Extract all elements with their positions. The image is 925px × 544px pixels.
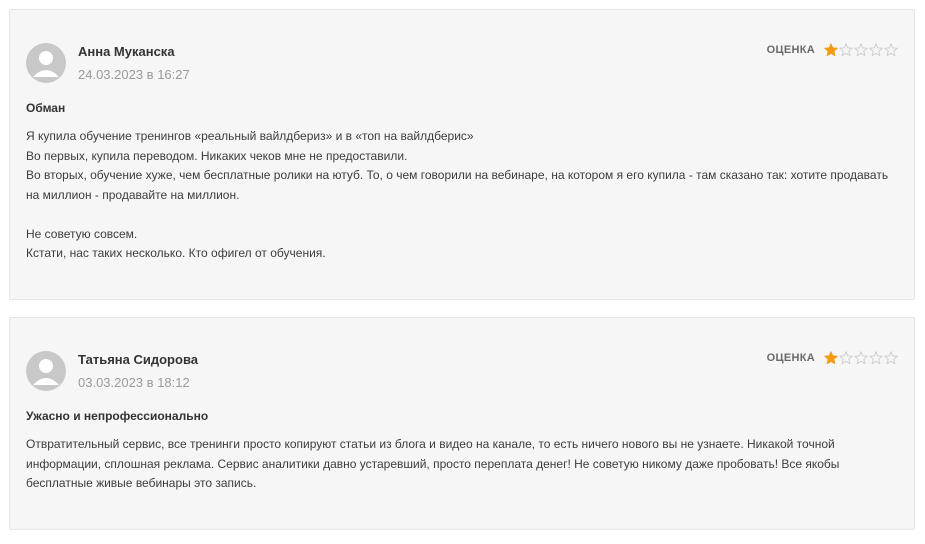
review-text-line: Я купила обучение тренингов «реальный ва… xyxy=(26,129,474,143)
review-text-line: Кстати, нас таких несколько. Кто офигел … xyxy=(26,246,326,260)
review-title: Обман xyxy=(26,101,66,115)
review-text-line: Во первых, купила переводом. Никаких чек… xyxy=(26,148,408,163)
review-text-line: Не советую совсем. xyxy=(26,226,138,241)
review-author: Татьяна Сидорова xyxy=(78,352,198,367)
avatar xyxy=(26,351,66,391)
star-empty-icon xyxy=(869,43,883,57)
review-card: Анна Муканска 24.03.2023 в 16:27 ОЦЕНКА … xyxy=(9,9,915,300)
star-empty-icon xyxy=(839,43,853,57)
review-title: Ужасно и непрофессионально xyxy=(26,409,209,423)
rating-label: ОЦЕНКА xyxy=(766,352,815,364)
rating-label: ОЦЕНКА xyxy=(766,44,815,56)
review-text-line: Во вторых, обучение хуже, чем бесплатные… xyxy=(26,168,889,202)
user-avatar-icon xyxy=(33,51,59,77)
star-empty-icon xyxy=(854,43,868,57)
user-avatar-icon xyxy=(33,359,59,385)
star-empty-icon xyxy=(854,351,868,365)
review-rating: ОЦЕНКА xyxy=(767,351,898,365)
review-card: Татьяна Сидорова 03.03.2023 в 18:12 ОЦЕН… xyxy=(9,317,915,530)
star-empty-icon xyxy=(869,351,883,365)
review-body: Отвратительный сервис, все тренинги прос… xyxy=(26,435,898,494)
rating-stars xyxy=(823,43,898,57)
review-body: Я купила обучение тренингов «реальный ва… xyxy=(26,127,898,264)
rating-stars xyxy=(823,351,898,365)
star-empty-icon xyxy=(884,351,898,365)
review-author: Анна Муканска xyxy=(78,44,175,59)
avatar xyxy=(26,43,66,83)
star-filled-icon xyxy=(824,351,838,365)
review-date: 03.03.2023 в 18:12 xyxy=(78,375,190,390)
review-rating: ОЦЕНКА xyxy=(767,43,898,57)
review-text-spacer xyxy=(26,205,898,225)
review-date: 24.03.2023 в 16:27 xyxy=(78,67,190,82)
star-empty-icon xyxy=(884,43,898,57)
star-filled-icon xyxy=(824,43,838,57)
star-empty-icon xyxy=(839,351,853,365)
review-text-line: Отвратительный сервис, все тренинги прос… xyxy=(26,437,840,490)
